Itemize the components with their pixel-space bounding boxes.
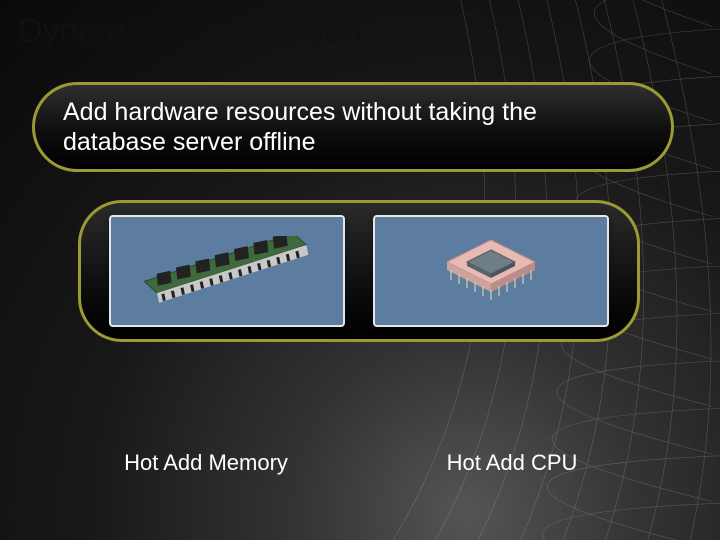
intro-callout: Add hardware resources without taking th… (32, 82, 674, 172)
intro-text: Add hardware resources without taking th… (63, 97, 643, 157)
slide-title: Dynamic Configuration (18, 12, 362, 51)
cpu-card (373, 215, 609, 327)
cpu-icon (431, 226, 551, 316)
ram-icon (132, 236, 322, 306)
card-labels: Hot Add Memory Hot Add CPU (78, 450, 640, 476)
cards-container (78, 200, 640, 342)
memory-card (109, 215, 345, 327)
memory-label: Hot Add Memory (88, 450, 324, 476)
cpu-label: Hot Add CPU (394, 450, 630, 476)
